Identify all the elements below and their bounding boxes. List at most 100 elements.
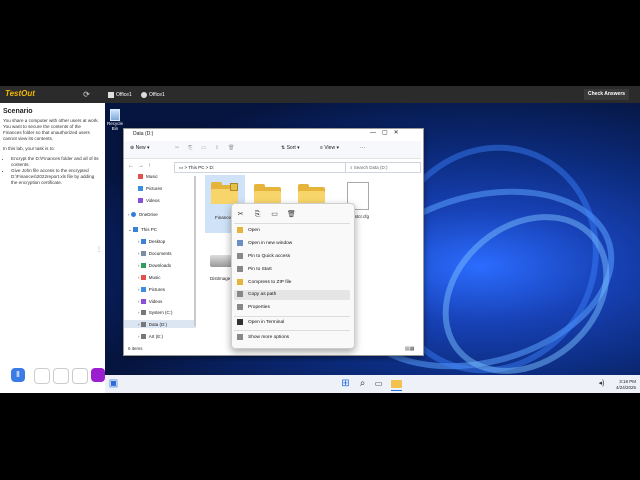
sidebar-item-desktop[interactable]: › Desktop	[138, 239, 165, 245]
task-item: Encrypt the D:\Finances folder and all o…	[11, 156, 99, 168]
search-input[interactable]: ⌕ Search Data (D:)	[345, 162, 421, 173]
menu-item-open[interactable]: Open	[235, 226, 350, 236]
edit-icon[interactable]	[53, 368, 69, 384]
menu-item-properties[interactable]: Properties	[235, 303, 350, 313]
sort-button[interactable]: ⇅ Sort ▾	[281, 145, 300, 151]
scenario-text: You share a computer with other users at…	[3, 118, 99, 186]
music-icon	[138, 174, 143, 180]
menu-divider	[234, 330, 350, 331]
pictures-icon	[138, 186, 143, 192]
sidebar-item-system-c[interactable]: › System (C:)	[138, 310, 173, 316]
edit-actions-icon[interactable]: ✂⎘▭⇪🗑	[175, 145, 243, 151]
sidebar-item-pictures[interactable]: › Pictures	[138, 287, 165, 293]
downloads-icon	[140, 263, 146, 269]
pause-button[interactable]: Ⅱ	[11, 368, 25, 382]
lock-icon	[230, 183, 238, 191]
task-lead: In this lab, your task is to:	[3, 146, 55, 151]
pin-icon	[237, 265, 243, 272]
open-icon	[237, 226, 243, 233]
address-bar[interactable]: ▭ > This PC > D:	[174, 162, 347, 173]
view-toggle-icon[interactable]: ▤▦	[405, 346, 414, 352]
copy-icon[interactable]: ⎘	[253, 210, 262, 219]
menu-item-compress-zip[interactable]: Compress to ZIP file	[235, 278, 350, 288]
tab-office1[interactable]: Office1	[108, 89, 132, 100]
recycle-bin-label: Recycle Bin	[106, 121, 123, 131]
menu-divider	[234, 316, 350, 317]
sidebar-item-onedrive[interactable]: › OneDrive	[128, 212, 158, 218]
drive-icon	[140, 310, 146, 316]
color-swatch-button[interactable]	[91, 368, 105, 382]
task-item: Give John file access to the encrypted D…	[11, 168, 99, 186]
menu-item-open-terminal[interactable]: Open in Terminal	[235, 318, 350, 328]
menu-item-pin-quick-access[interactable]: Pin to Quick access	[235, 252, 350, 262]
active-indicator	[391, 390, 402, 391]
window-controls[interactable]: —▢✕	[370, 129, 405, 136]
menu-item-show-more-options[interactable]: Show more options	[235, 333, 350, 343]
start-icon[interactable]: ⊞	[340, 378, 351, 389]
refresh-icon[interactable]: ⟳	[81, 89, 92, 100]
widgets-icon[interactable]: ▣	[108, 378, 119, 389]
scenario-intro: You share a computer with other users at…	[3, 118, 99, 141]
panel-resize-handle[interactable]: ⋮	[96, 246, 102, 253]
menu-item-copy-as-path[interactable]: Copy as path	[235, 290, 350, 300]
more-options-button[interactable]: ···	[360, 145, 365, 151]
new-window-icon	[237, 239, 243, 246]
task-view-icon[interactable]: ▭	[373, 378, 384, 389]
file-explorer-icon[interactable]	[391, 380, 402, 388]
window-title: Data (D:)	[133, 131, 154, 137]
tab-office1-network[interactable]: Office1	[141, 89, 165, 100]
distimage-label[interactable]: DistImage	[210, 276, 230, 281]
lab-toolbar	[0, 86, 640, 103]
monitor-icon: ▭ >	[179, 165, 188, 170]
desktop-icon	[140, 239, 146, 245]
cut-icon[interactable]: ✂	[236, 210, 245, 219]
properties-icon	[237, 303, 243, 310]
sidebar-item-downloads[interactable]: › Downloads	[138, 263, 171, 269]
trash-icon	[110, 109, 120, 121]
search-icon[interactable]: ⌕	[357, 378, 368, 389]
sidebar-item-art-e[interactable]: › Art (E:)	[138, 334, 163, 340]
copy-path-icon	[237, 290, 243, 297]
documents-icon	[140, 251, 146, 257]
sidebar-item-music[interactable]: Music	[138, 174, 158, 180]
delete-icon[interactable]: 🗑	[287, 210, 296, 219]
pictures-icon	[140, 287, 146, 293]
sidebar-item-this-pc[interactable]: ⌄ This PC	[128, 227, 157, 233]
scenario-title: Scenario	[3, 108, 33, 115]
navigation-arrows[interactable]: ←→↑	[128, 163, 155, 169]
sidebar-item-videos[interactable]: Videos	[138, 198, 160, 204]
sidebar-item-documents[interactable]: › Documents	[138, 251, 172, 257]
drive-icon	[140, 334, 146, 340]
zip-icon	[237, 278, 243, 285]
pin-icon	[237, 252, 243, 259]
menu-divider	[234, 223, 350, 224]
item-count: 6 items	[128, 346, 143, 351]
computer-icon	[108, 91, 114, 98]
menu-item-open-new-window[interactable]: Open in new window	[235, 239, 350, 249]
view-button[interactable]: ≡ View ▾	[320, 145, 339, 151]
videos-icon	[138, 198, 143, 204]
sidebar-item-music[interactable]: › Music	[138, 275, 161, 281]
sidebar-item-data-d[interactable]: › Data (D:)	[138, 322, 167, 328]
new-button[interactable]: ⊕ New ▾	[130, 145, 150, 151]
rename-icon[interactable]: ▭	[270, 210, 279, 219]
sidebar-item-videos[interactable]: › Videos	[138, 299, 162, 305]
sidebar-item-pictures[interactable]: Pictures	[138, 186, 162, 192]
terminal-icon	[237, 318, 243, 325]
recycle-bin-icon[interactable]: Recycle Bin	[106, 109, 124, 131]
onedrive-icon	[130, 212, 136, 218]
drive-icon	[140, 322, 146, 328]
check-answers-button[interactable]: Check Answers	[584, 89, 630, 100]
videos-icon	[140, 299, 146, 305]
music-icon	[140, 275, 146, 281]
clock[interactable]: 3:18 PM 4/24/2025	[616, 379, 636, 391]
more-options-icon	[237, 333, 243, 340]
link-icon[interactable]	[72, 368, 88, 384]
pc-icon	[133, 227, 139, 233]
menu-item-pin-start[interactable]: Pin to Start	[235, 265, 350, 275]
settings-icon[interactable]	[34, 368, 50, 384]
command-bar	[124, 141, 421, 159]
volume-icon[interactable]: ◂)	[596, 378, 607, 389]
testout-logo: TestOut	[5, 89, 35, 98]
navigation-pane: Music Pictures Videos › OneDrive ⌄ This …	[124, 174, 196, 344]
